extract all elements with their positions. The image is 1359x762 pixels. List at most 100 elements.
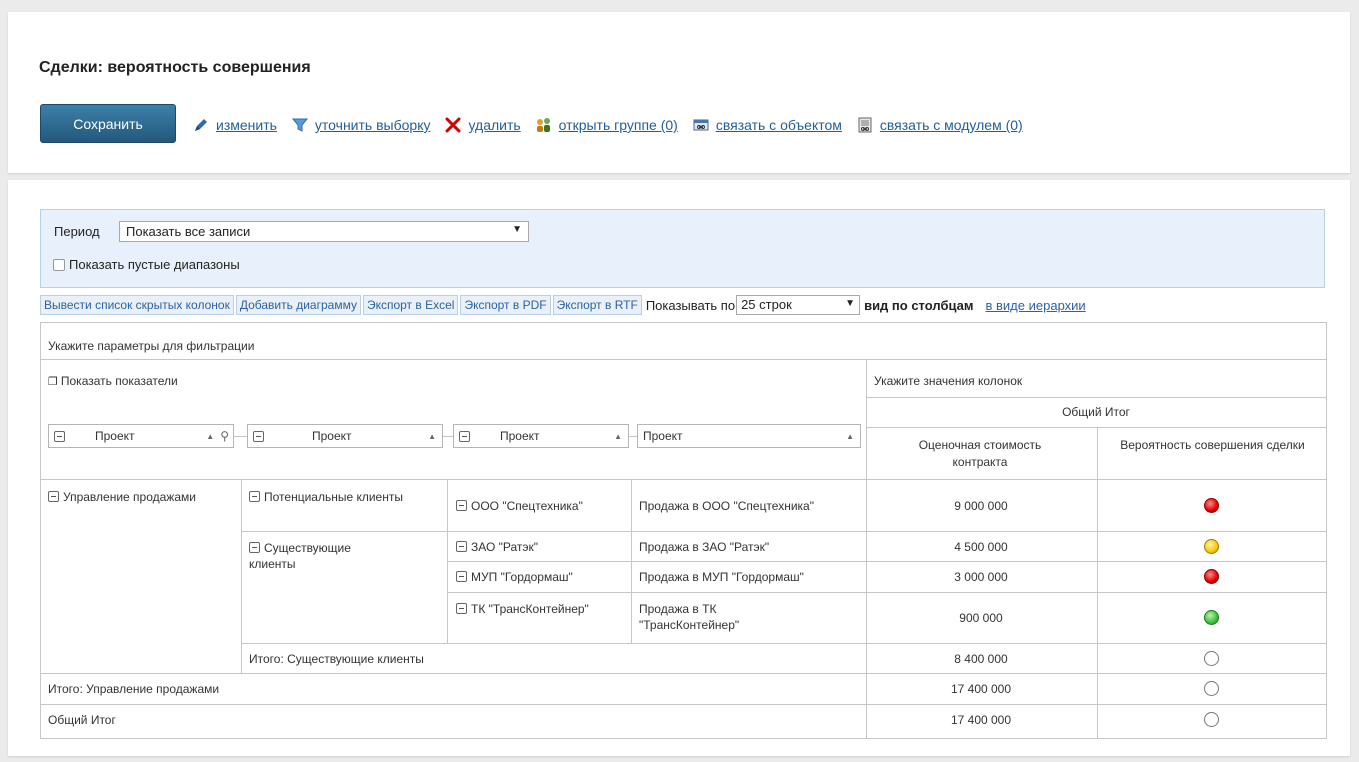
view-columns-label: вид по столбцам — [864, 297, 974, 313]
delete-action[interactable]: удалить — [444, 116, 521, 134]
status-red-icon — [1204, 569, 1219, 584]
header-panel: Сделки: вероятность совершения Сохранить… — [8, 12, 1350, 173]
cost-value: 4 500 000 — [954, 540, 1008, 554]
refine-action[interactable]: уточнить выборку — [291, 116, 431, 134]
grand-total-value: 17 400 000 — [950, 713, 1012, 727]
company-label: МУП "Гордормаш" — [471, 570, 573, 584]
collapse-icon[interactable] — [253, 430, 264, 442]
indicators-icon: ❐ — [48, 376, 58, 388]
edit-action[interactable]: изменить — [192, 116, 277, 134]
empty-ranges-checkbox[interactable] — [53, 258, 65, 271]
delete-link[interactable]: удалить — [468, 117, 520, 133]
period-value: Показать все записи — [126, 224, 251, 239]
report-toolbar: Вывести список скрытых колонок Добавить … — [40, 294, 1086, 316]
link-object-icon — [692, 116, 710, 134]
row-header-3-label: Проект — [500, 429, 540, 443]
show-by-label: Показывать по — [645, 297, 736, 313]
collapse-icon[interactable] — [249, 542, 260, 553]
link-module-action[interactable]: связать с модулем (0) — [856, 116, 1023, 134]
dropdown-arrow-icon: ▼ — [845, 298, 856, 309]
show-indicators-button[interactable]: ❐ Показать показатели — [48, 374, 178, 388]
value-header-cost: Оценочная стоимость контракта — [918, 438, 1042, 469]
row-header-4[interactable]: Проект ▲ — [637, 424, 861, 448]
cost-value: 9 000 000 — [954, 499, 1008, 513]
company-cell[interactable]: ЗАО "Ратэк" — [456, 540, 538, 554]
status-empty-icon — [1204, 651, 1219, 666]
period-select[interactable]: Показать все записи ▼ — [119, 221, 529, 242]
row-header-1[interactable]: Проект ▲ ⚲ — [48, 424, 234, 448]
collapse-icon[interactable] — [459, 430, 470, 442]
action-bar: изменить уточнить выборку удалить открыт… — [192, 116, 1037, 134]
link-module-link[interactable]: связать с модулем (0) — [880, 117, 1023, 133]
company-cell[interactable]: ООО "Спецтехника" — [456, 499, 583, 513]
row-header-4-label: Проект — [643, 429, 683, 443]
deal-cell: Продажа в ТК "ТрансКонтейнер" — [639, 602, 740, 632]
filter-icon — [291, 116, 309, 134]
row-header-2-label: Проект — [312, 429, 352, 443]
group-existing-label: Существующие клиенты — [249, 541, 351, 571]
sort-asc-icon[interactable]: ▲ — [206, 432, 214, 441]
company-cell[interactable]: ТК "ТрансКонтейнер" — [456, 601, 626, 617]
sort-asc-icon[interactable]: ▲ — [428, 432, 436, 441]
row-header-2[interactable]: Проект ▲ — [247, 424, 443, 448]
total-header: Общий Итог — [1062, 405, 1130, 419]
group-action[interactable]: открыть группе (0) — [535, 116, 678, 134]
group-link[interactable]: открыть группе (0) — [559, 117, 678, 133]
link-object-link[interactable]: связать с объектом — [716, 117, 842, 133]
grand-total-label: Общий Итог — [48, 713, 116, 727]
export-pdf-button[interactable]: Экспорт в PDF — [460, 295, 551, 315]
empty-ranges-label: Показать пустые диапазоны — [69, 257, 240, 272]
deal-cell: Продажа в МУП "Гордормаш" — [639, 570, 804, 584]
cost-value: 3 000 000 — [954, 570, 1008, 584]
export-excel-button[interactable]: Экспорт в Excel — [362, 295, 459, 315]
link-object-action[interactable]: связать с объектом — [692, 116, 842, 134]
company-cell[interactable]: МУП "Гордормаш" — [456, 570, 573, 584]
status-empty-icon — [1204, 712, 1219, 727]
collapse-icon[interactable] — [48, 491, 59, 502]
dropdown-arrow-icon: ▼ — [512, 224, 522, 235]
subtotal-sales-value: 17 400 000 — [950, 682, 1012, 696]
add-chart-button[interactable]: Добавить диаграмму — [235, 295, 361, 315]
group-sales-label: Управление продажами — [63, 490, 196, 504]
export-rtf-button[interactable]: Экспорт в RTF — [552, 295, 642, 315]
collapse-icon[interactable] — [456, 571, 467, 582]
cost-value: 900 000 — [959, 611, 1003, 625]
group-sales[interactable]: Управление продажами — [48, 489, 238, 505]
edit-link[interactable]: изменить — [216, 117, 277, 133]
empty-ranges-option[interactable]: Показать пустые диапазоны — [53, 257, 240, 272]
save-button[interactable]: Сохранить — [40, 104, 176, 143]
group-icon — [535, 116, 553, 134]
sort-asc-icon[interactable]: ▲ — [846, 432, 854, 441]
collapse-icon[interactable] — [54, 430, 65, 442]
subtotal-sales-label: Итого: Управление продажами — [48, 682, 220, 696]
hidden-columns-button[interactable]: Вывести список скрытых колонок — [40, 295, 234, 315]
deal-cell: Продажа в ООО "Спецтехника" — [639, 499, 814, 513]
filter-pin-icon[interactable]: ⚲ — [220, 429, 229, 443]
row-header-3[interactable]: Проект ▲ — [453, 424, 629, 448]
page-title: Сделки: вероятность совершения — [39, 59, 311, 76]
collapse-icon[interactable] — [456, 500, 467, 511]
sort-asc-icon[interactable]: ▲ — [614, 432, 622, 441]
collapse-icon[interactable] — [456, 603, 467, 614]
view-hierarchy-link[interactable]: в виде иерархии — [986, 298, 1086, 313]
link-module-icon — [856, 116, 874, 134]
group-potential[interactable]: Потенциальные клиенты — [249, 489, 439, 505]
collapse-icon[interactable] — [249, 491, 260, 502]
rows-per-page-value: 25 строк — [741, 297, 792, 312]
status-green-icon — [1204, 610, 1219, 625]
subtotal-existing-label: Итого: Существующие клиенты — [249, 652, 424, 666]
delete-icon — [444, 116, 462, 134]
collapse-icon[interactable] — [456, 541, 467, 552]
company-label: ООО "Спецтехника" — [471, 499, 583, 513]
pencil-icon — [192, 116, 210, 134]
status-yellow-icon — [1204, 539, 1219, 554]
status-red-icon — [1204, 498, 1219, 513]
show-indicators-label: Показать показатели — [60, 374, 178, 388]
row-header-1-label: Проект — [95, 429, 135, 443]
rows-per-page-select[interactable]: 25 строк ▼ — [736, 295, 861, 315]
period-label: Период — [54, 224, 100, 239]
refine-link[interactable]: уточнить выборку — [315, 117, 431, 133]
group-existing[interactable]: Существующие клиенты — [249, 540, 399, 572]
column-values-hint: Укажите значения колонок — [874, 374, 1023, 388]
group-potential-label: Потенциальные клиенты — [264, 490, 403, 504]
